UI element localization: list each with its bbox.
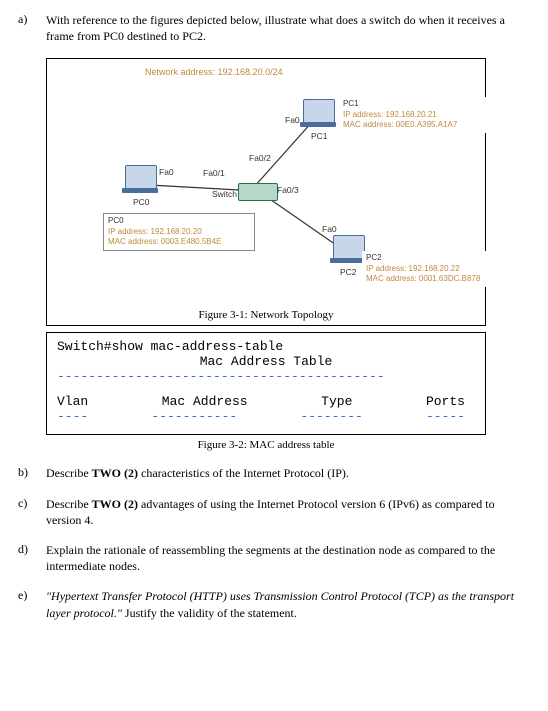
dash-vlan: ---- — [57, 409, 88, 424]
question-c: c) Describe TWO (2) advantages of using … — [18, 496, 530, 528]
pc1-base — [300, 122, 336, 127]
pc2-name: PC2 — [340, 267, 357, 277]
question-d: d) Explain the rationale of reassembling… — [18, 542, 530, 574]
question-b: b) Describe TWO (2) characteristics of t… — [18, 465, 530, 481]
pc1-ip: IP address: 192.168.20.21 — [343, 110, 483, 120]
pc0-info-title: PC0 — [108, 216, 250, 226]
col-vlan: Vlan — [57, 394, 88, 409]
pc0-info-box: PC0 IP address: 192.168.20.20 MAC addres… — [103, 213, 255, 250]
pc0-name: PC0 — [133, 197, 150, 207]
pc2-info-box: PC2 IP address: 192.168.20.22 MAC addres… — [362, 251, 510, 286]
question-a: a) With reference to the figures depicte… — [18, 12, 530, 44]
question-b-label: b) — [18, 465, 46, 481]
pc2-mac: MAC address: 0001.63DC.B878 — [366, 274, 506, 284]
dash-mac: ----------- — [151, 409, 237, 424]
mac-columns: Vlan Mac Address Type Ports — [57, 394, 475, 409]
switch-name: Switch — [212, 189, 237, 199]
pc1-mac: MAC address: 00E0.A395.A1A7 — [343, 120, 483, 130]
mac-col-dashes: ---- ----------- -------- ----- — [57, 409, 475, 424]
mac-top-dash: ----------------------------------------… — [57, 369, 475, 384]
spacer — [57, 384, 475, 394]
pc2-base — [330, 258, 366, 263]
question-e-label: e) — [18, 588, 46, 620]
question-e-text: "Hypertext Transfer Protocol (HTTP) uses… — [46, 588, 530, 620]
pc1-info-title: PC1 — [343, 99, 483, 109]
col-type: Type — [321, 394, 352, 409]
figure-2-caption: Figure 3-2: MAC address table — [46, 439, 486, 451]
figure-1-container: Network address: 192.168.20.0/24 PC0 Fa0… — [46, 58, 486, 326]
figure-2-container: Switch#show mac-address-table Mac Addres… — [46, 332, 486, 435]
network-topology: Network address: 192.168.20.0/24 PC0 Fa0… — [55, 67, 477, 307]
pc1-fa: Fa0 — [285, 115, 300, 125]
dash-type: -------- — [300, 409, 362, 424]
question-e-tail: Justify the validity of the statement. — [122, 606, 297, 620]
switch-icon — [238, 183, 278, 201]
pc1-name: PC1 — [311, 131, 328, 141]
col-ports: Ports — [426, 394, 465, 409]
question-a-text: With reference to the figures depicted b… — [46, 12, 530, 44]
pc0-mac: MAC address: 0003.E480.5B4E — [108, 237, 250, 247]
question-d-label: d) — [18, 542, 46, 574]
mac-cmd: Switch#show mac-address-table — [57, 339, 475, 354]
pc0-base — [122, 188, 158, 193]
dash-ports: ----- — [426, 409, 465, 424]
question-e: e) "Hypertext Transfer Protocol (HTTP) u… — [18, 588, 530, 620]
switch-port-2: Fa0/2 — [249, 153, 271, 163]
pc2-info-title: PC2 — [366, 253, 506, 263]
pc2-fa: Fa0 — [322, 224, 337, 234]
question-d-text: Explain the rationale of reassembling th… — [46, 542, 530, 574]
pc0-ip: IP address: 192.168.20.20 — [108, 227, 250, 237]
pc1-info-box: PC1 IP address: 192.168.20.21 MAC addres… — [339, 97, 487, 132]
question-c-label: c) — [18, 496, 46, 528]
pc0-icon — [125, 165, 157, 189]
mac-title: Mac Address Table — [57, 354, 475, 369]
question-a-label: a) — [18, 12, 46, 44]
pc2-icon — [333, 235, 365, 259]
question-c-text: Describe TWO (2) advantages of using the… — [46, 496, 530, 528]
pc0-fa: Fa0 — [159, 167, 174, 177]
switch-port-3: Fa0/3 — [277, 185, 299, 195]
pc1-icon — [303, 99, 335, 123]
col-mac: Mac Address — [162, 394, 248, 409]
figure-1-caption: Figure 3-1: Network Topology — [55, 309, 477, 321]
pc2-ip: IP address: 192.168.20.22 — [366, 264, 506, 274]
question-b-text: Describe TWO (2) characteristics of the … — [46, 465, 530, 481]
switch-port-1: Fa0/1 — [203, 168, 225, 178]
